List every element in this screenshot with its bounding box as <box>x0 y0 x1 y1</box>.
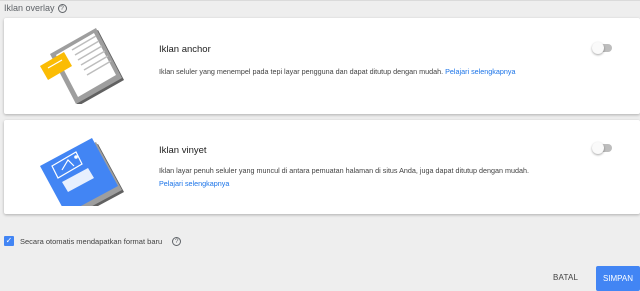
cancel-button[interactable]: BATAL <box>553 273 578 282</box>
anchor-ad-description-text: Iklan seluler yang menempel pada tepi la… <box>159 67 444 76</box>
top-divider <box>0 0 640 1</box>
anchor-ad-card: Iklan anchor Iklan seluler yang menempel… <box>4 18 640 114</box>
anchor-ad-description: Iklan seluler yang menempel pada tepi la… <box>159 65 604 78</box>
vignette-ad-description: Iklan layar penuh seluler yang muncul di… <box>159 164 604 190</box>
vignette-ad-card: Iklan vinyet Iklan layar penuh seluler y… <box>4 120 640 214</box>
help-icon[interactable]: ? <box>172 236 182 246</box>
auto-format-label: Secara otomatis mendapatkan format baru <box>20 236 163 246</box>
vignette-ad-learn-more-link[interactable]: Pelajari selengkapnya <box>159 179 229 188</box>
vignette-ad-description-text: Iklan layar penuh seluler yang muncul di… <box>159 166 530 175</box>
toggle-thumb <box>592 142 604 154</box>
section-title: Iklan overlay <box>4 3 55 13</box>
auto-format-checkbox[interactable]: ✓ <box>4 236 14 246</box>
toggle-thumb <box>592 42 604 54</box>
vignette-ad-toggle[interactable] <box>592 142 614 154</box>
anchor-ad-illustration <box>40 28 124 104</box>
anchor-ad-toggle[interactable] <box>592 42 614 54</box>
anchor-ad-title: Iklan anchor <box>159 44 211 55</box>
auto-format-row: ✓ Secara otomatis mendapatkan format bar… <box>4 236 182 246</box>
section-header: Iklan overlay ? <box>4 3 67 13</box>
vignette-ad-title: Iklan vinyet <box>159 145 207 156</box>
help-icon[interactable]: ? <box>57 3 67 13</box>
vignette-ad-illustration <box>40 138 124 206</box>
save-button[interactable]: SIMPAN <box>596 266 640 291</box>
anchor-ad-learn-more-link[interactable]: Pelajari selengkapnya <box>445 67 515 76</box>
